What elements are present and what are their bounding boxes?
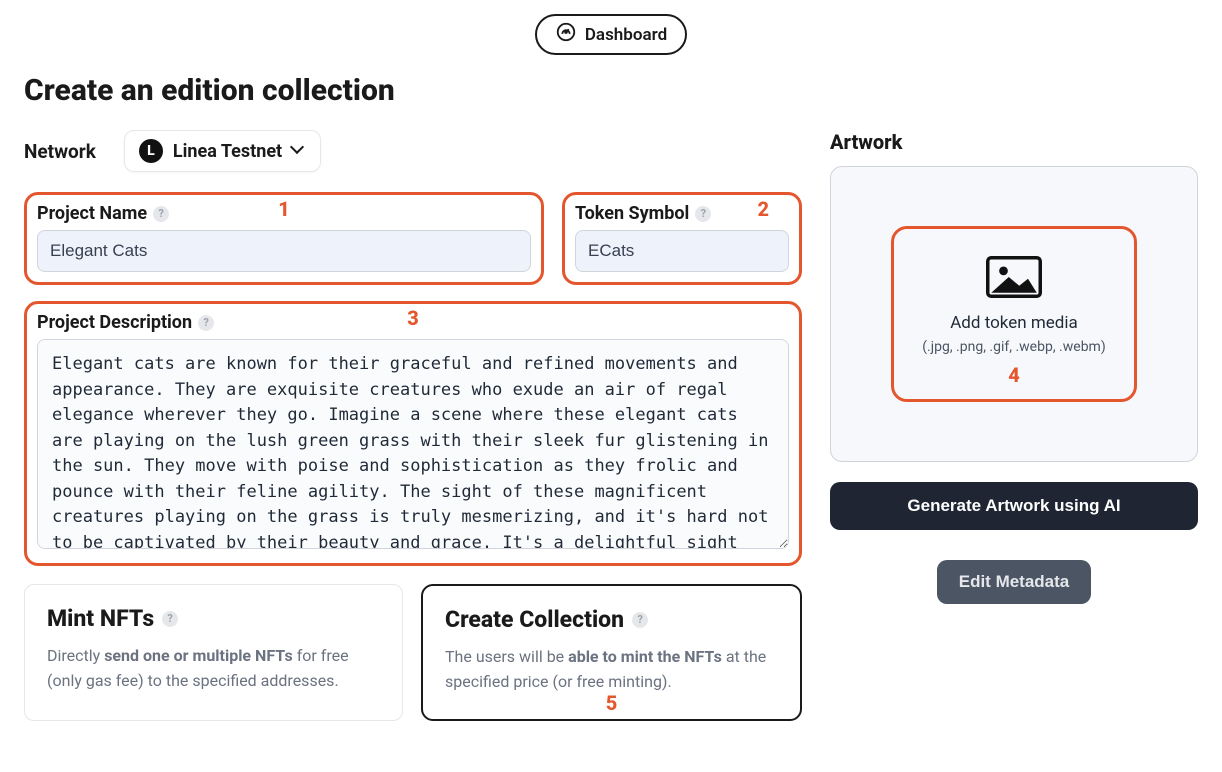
help-icon[interactable]: ? bbox=[153, 206, 169, 222]
project-name-label: Project Name bbox=[37, 203, 147, 224]
annotation-number-5: 5 bbox=[606, 691, 618, 715]
network-selected-label: Linea Testnet bbox=[173, 141, 282, 162]
dashboard-label: Dashboard bbox=[585, 25, 667, 45]
annotation-1: 1 Project Name ? bbox=[24, 192, 544, 285]
generate-artwork-button[interactable]: Generate Artwork using AI bbox=[830, 482, 1198, 530]
mint-card-title: Mint NFTs bbox=[47, 605, 154, 632]
help-icon[interactable]: ? bbox=[632, 612, 648, 628]
network-badge-icon: L bbox=[139, 139, 163, 163]
create-card-title: Create Collection bbox=[445, 606, 624, 633]
annotation-3: 3 Project Description ? bbox=[24, 301, 802, 566]
edit-metadata-button[interactable]: Edit Metadata bbox=[937, 560, 1092, 604]
help-icon[interactable]: ? bbox=[198, 315, 214, 331]
help-icon[interactable]: ? bbox=[162, 611, 178, 627]
annotation-2: 2 Token Symbol ? bbox=[562, 192, 802, 285]
token-symbol-label: Token Symbol bbox=[575, 203, 689, 224]
mint-card-body: Directly send one or multiple NFTs for f… bbox=[47, 644, 380, 694]
chevron-down-icon bbox=[292, 144, 306, 158]
annotation-4[interactable]: Add token media (.jpg, .png, .gif, .webp… bbox=[891, 226, 1136, 402]
image-icon bbox=[986, 255, 1042, 303]
dashboard-pill[interactable]: Dashboard bbox=[535, 14, 687, 55]
artwork-section-title: Artwork bbox=[830, 130, 1198, 154]
project-description-textarea[interactable] bbox=[37, 339, 789, 549]
annotation-number-3: 3 bbox=[407, 306, 419, 330]
project-description-label: Project Description bbox=[37, 312, 192, 333]
help-icon[interactable]: ? bbox=[695, 206, 711, 222]
page-title: Create an edition collection bbox=[24, 73, 1198, 108]
add-media-title: Add token media bbox=[950, 313, 1078, 333]
annotation-number-2: 2 bbox=[757, 197, 769, 221]
network-select[interactable]: L Linea Testnet bbox=[124, 130, 321, 172]
artwork-dropzone[interactable]: Add token media (.jpg, .png, .gif, .webp… bbox=[830, 166, 1198, 462]
project-name-input[interactable] bbox=[37, 230, 531, 272]
annotation-number-1: 1 bbox=[278, 197, 290, 221]
create-collection-card[interactable]: 5 Create Collection ? The users will be … bbox=[421, 584, 802, 721]
annotation-number-4: 4 bbox=[1008, 363, 1020, 387]
network-field-label: Network bbox=[24, 140, 96, 163]
add-media-subtitle: (.jpg, .png, .gif, .webp, .webm) bbox=[922, 339, 1105, 355]
token-symbol-input[interactable] bbox=[575, 230, 789, 272]
mint-nfts-card[interactable]: Mint NFTs ? Directly send one or multipl… bbox=[24, 584, 403, 721]
create-card-body: The users will be able to mint the NFTs … bbox=[445, 645, 778, 695]
gauge-icon bbox=[555, 21, 577, 48]
